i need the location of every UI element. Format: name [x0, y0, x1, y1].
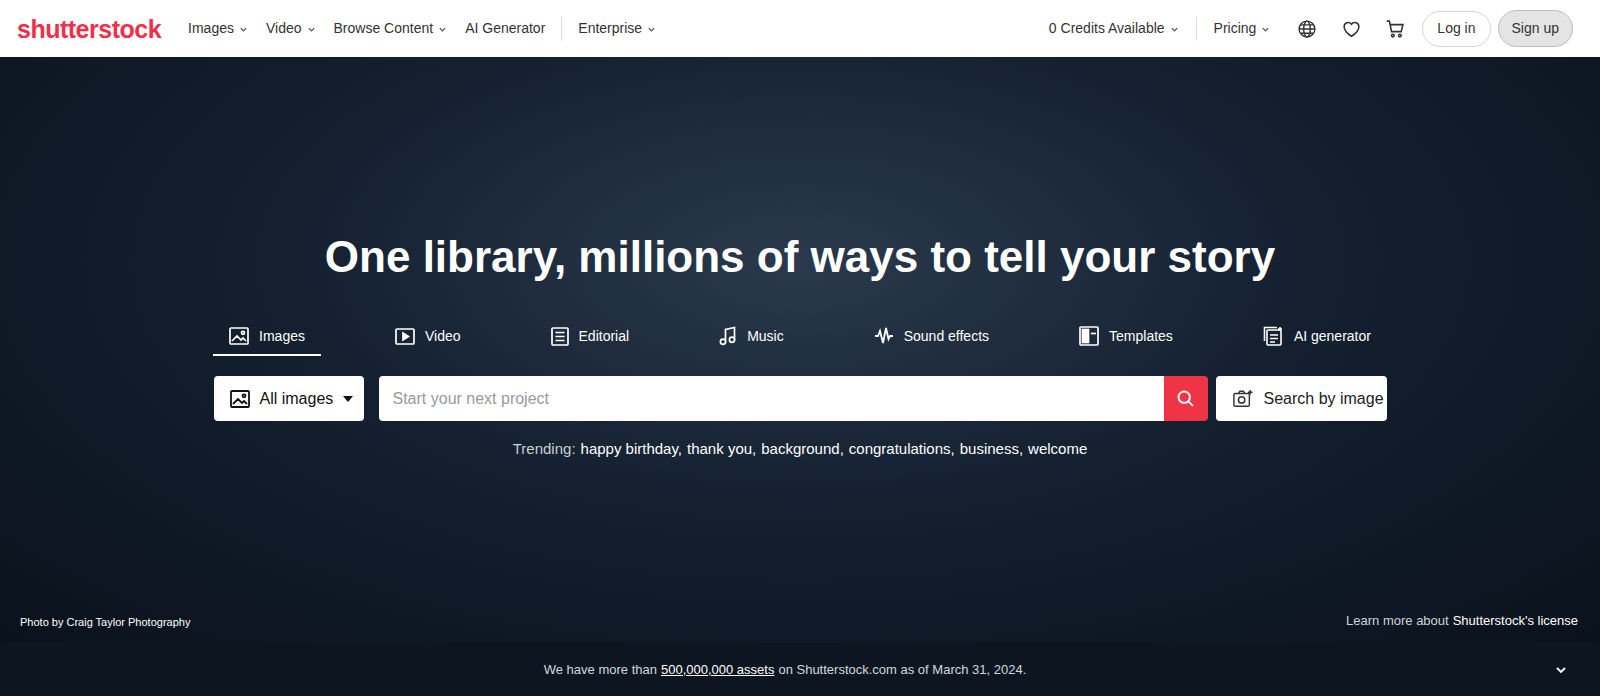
- chevron-down-icon: [239, 25, 248, 34]
- tab-label: Editorial: [579, 326, 630, 346]
- license-link[interactable]: Shutterstock's license: [1453, 613, 1578, 629]
- content-tab[interactable]: Editorial: [535, 321, 646, 356]
- banner-text-after: on Shutterstock.com as of March 31, 2024…: [778, 660, 1026, 680]
- trending-row: Trending:happy birthday,thank you,backgr…: [513, 439, 1088, 459]
- utility-menu: 0 Credits Available Pricing: [1049, 17, 1271, 41]
- collapse-banner-button[interactable]: [1552, 661, 1570, 679]
- trending-link[interactable]: business,: [960, 439, 1023, 459]
- globe-icon: [1297, 19, 1317, 39]
- heart-button[interactable]: [1340, 18, 1362, 40]
- trending-link[interactable]: happy birthday,: [581, 439, 682, 459]
- banner-text-before: We have more than: [544, 660, 657, 680]
- trending-link[interactable]: welcome: [1028, 439, 1087, 459]
- content-tab[interactable]: AI generator: [1247, 321, 1387, 356]
- assets-link[interactable]: 500,000,000 assets: [661, 660, 774, 680]
- trending-link[interactable]: thank you,: [687, 439, 756, 459]
- utility-item[interactable]: 0 Credits Available: [1049, 18, 1179, 39]
- category-label: All images: [260, 387, 334, 411]
- nav-item[interactable]: Images: [188, 18, 248, 39]
- banner-right: [1026, 661, 1600, 679]
- trending-label: Trending:: [513, 439, 576, 459]
- hero-photo: One library, millions of ways to tell yo…: [0, 57, 1600, 643]
- category-dropdown[interactable]: All images: [214, 376, 364, 421]
- signup-button[interactable]: Sign up: [1498, 10, 1573, 47]
- cart-icon: [1385, 19, 1406, 39]
- ai-generator-icon: [1263, 326, 1284, 346]
- search-by-image-label: Search by image: [1264, 387, 1384, 411]
- search-field: [379, 376, 1208, 421]
- editorial-icon: [551, 327, 569, 346]
- tab-label: Sound effects: [904, 326, 989, 346]
- nav-label: Video: [266, 18, 302, 39]
- utility-divider: [1196, 17, 1197, 41]
- tab-label: Music: [747, 326, 784, 346]
- license-text: Learn more about: [1346, 613, 1449, 629]
- content-tab[interactable]: Templates: [1063, 321, 1189, 356]
- search-button[interactable]: [1164, 376, 1208, 421]
- nav-label: Images: [188, 18, 234, 39]
- template-icon: [1079, 326, 1099, 346]
- assets-banner: We have more than500,000,000 assetson Sh…: [0, 643, 1600, 696]
- search-by-image-button[interactable]: Search by image: [1216, 376, 1387, 421]
- image-icon: [230, 390, 250, 408]
- search-input[interactable]: [379, 376, 1164, 421]
- chevron-down-icon: [647, 25, 656, 34]
- main-menu: Images Video Browse Content AI Generator Ent…: [188, 17, 656, 41]
- banner-text: We have more than500,000,000 assetson Sh…: [544, 660, 1027, 680]
- chevron-down-icon: [438, 25, 447, 34]
- content-tab[interactable]: Sound effects: [858, 321, 1005, 356]
- chevron-down-icon: [1170, 25, 1179, 34]
- tab-label: Templates: [1109, 326, 1173, 346]
- trending-link[interactable]: background,: [761, 439, 844, 459]
- chevron-down-icon: [1554, 663, 1568, 677]
- license-note: Learn more aboutShutterstock's license: [1346, 613, 1578, 629]
- top-nav: shutterstock Images Video Browse Content AI …: [0, 0, 1600, 57]
- content-tabs: Images Video Editorial Music Sound effects Te…: [213, 321, 1387, 356]
- caret-down-icon: [343, 396, 353, 402]
- trending-link[interactable]: congratulations,: [849, 439, 955, 459]
- nav-left: shutterstock Images Video Browse Content AI …: [17, 14, 656, 44]
- photo-credit[interactable]: Photo by Craig Taylor Photography: [20, 615, 190, 629]
- content-tab[interactable]: Images: [213, 321, 321, 356]
- tab-label: Images: [259, 326, 305, 346]
- camera-icon: [1232, 389, 1254, 409]
- heart-icon: [1341, 19, 1362, 38]
- nav-right: 0 Credits Available Pricing Log inSign up: [1049, 10, 1573, 47]
- chevron-down-icon: [1261, 25, 1270, 34]
- nav-label: Browse Content: [334, 18, 434, 39]
- nav-icons: [1296, 18, 1406, 40]
- chevron-down-icon: [307, 25, 316, 34]
- nav-divider: [561, 17, 562, 41]
- hero-heading: One library, millions of ways to tell yo…: [325, 230, 1275, 283]
- nav-item[interactable]: AI Generator: [465, 18, 545, 39]
- magnifier-icon: [1175, 388, 1196, 409]
- image-icon: [229, 327, 249, 345]
- nav-item[interactable]: Browse Content: [334, 18, 448, 39]
- utility-label: Pricing: [1214, 18, 1257, 39]
- content-tab[interactable]: Music: [703, 321, 800, 356]
- nav-item[interactable]: Enterprise: [578, 18, 656, 39]
- hero-footer: Photo by Craig Taylor Photography Learn m…: [0, 613, 1600, 643]
- video-icon: [395, 328, 415, 345]
- cart-button[interactable]: [1384, 18, 1406, 40]
- content-tab[interactable]: Video: [379, 321, 477, 356]
- hero-content: One library, millions of ways to tell yo…: [0, 57, 1600, 459]
- music-icon: [719, 326, 737, 346]
- utility-label: 0 Credits Available: [1049, 18, 1165, 39]
- nav-item[interactable]: Video: [266, 18, 316, 39]
- search-row: All images Search by image: [214, 376, 1387, 421]
- tab-label: AI generator: [1294, 326, 1371, 346]
- nav-label: Enterprise: [578, 18, 642, 39]
- nav-label: AI Generator: [465, 18, 545, 39]
- tab-label: Video: [425, 326, 461, 346]
- utility-item[interactable]: Pricing: [1214, 18, 1271, 39]
- globe-button[interactable]: [1296, 18, 1318, 40]
- shutterstock-logo[interactable]: shutterstock: [17, 14, 161, 44]
- login-button[interactable]: Log in: [1422, 11, 1490, 47]
- waveform-icon: [874, 327, 894, 345]
